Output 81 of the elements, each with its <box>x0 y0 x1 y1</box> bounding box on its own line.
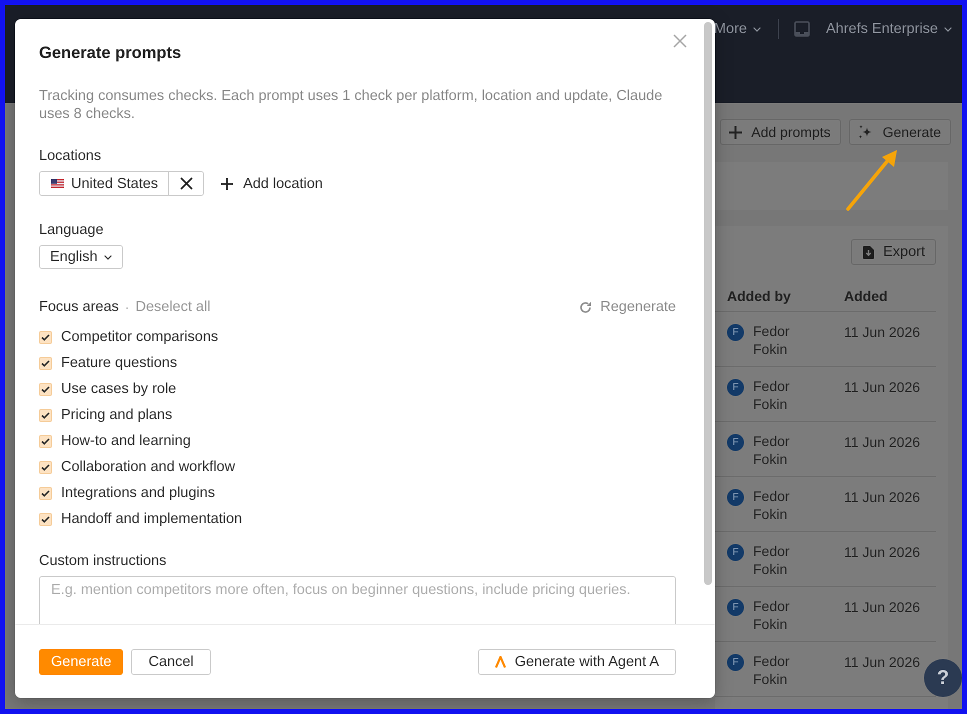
date-text: 11 Jun 2026 <box>844 598 920 616</box>
chevron-down-icon <box>944 26 952 32</box>
checkbox-label: Pricing and plans <box>61 407 172 423</box>
user-name: Fedor Fokin <box>753 487 791 523</box>
checkbox[interactable] <box>39 330 52 344</box>
column-header: Added by <box>727 288 791 304</box>
export-button[interactable]: Export <box>851 239 936 265</box>
nav-menu-button[interactable]: Ahrefs Enterprise <box>826 20 952 38</box>
close-icon <box>673 34 687 48</box>
check-icon <box>41 490 50 496</box>
download-file-icon <box>863 246 874 258</box>
checkbox[interactable] <box>39 356 52 370</box>
avatar: F <box>727 324 744 341</box>
field-label: Locations <box>39 147 102 165</box>
column-header: Added <box>844 288 888 304</box>
avatar: F <box>727 544 744 561</box>
location-name: United States <box>71 176 158 192</box>
checkbox[interactable] <box>39 486 52 500</box>
add-button[interactable]: Add prompts <box>720 119 841 145</box>
date-text: 11 Jun 2026 <box>844 488 920 506</box>
plus-icon <box>221 178 234 190</box>
language-select[interactable]: English <box>39 245 123 270</box>
scrollbar-thumb[interactable] <box>704 22 712 585</box>
flag-icon <box>51 179 64 188</box>
field-label: Focus areas <box>39 299 119 316</box>
checkbox[interactable] <box>39 382 52 396</box>
checkbox[interactable] <box>39 434 52 448</box>
custom-instructions-field[interactable]: E.g. mention competitors more often, focus on beginner questions, include pricing queries. <box>39 576 676 624</box>
checkbox[interactable] <box>39 512 52 526</box>
monitor-icon <box>794 21 810 37</box>
generate-button[interactable]: Generate <box>848 119 951 145</box>
avatar: F <box>727 654 744 671</box>
field-label: Language <box>39 221 104 239</box>
avatar: F <box>727 434 744 451</box>
avatar: F <box>727 379 744 396</box>
lambda-icon <box>494 656 506 668</box>
check-icon <box>41 360 50 366</box>
agent-generate-button[interactable]: Generate with Agent A <box>478 648 676 674</box>
check-icon <box>41 438 50 444</box>
checkbox-label: Competitor comparisons <box>61 329 218 345</box>
date-text: 11 Jun 2026 <box>844 543 920 561</box>
check-icon <box>41 386 50 392</box>
user-name: Fedor Fokin <box>753 597 791 633</box>
avatar: F <box>727 489 744 506</box>
date-text: 11 Jun 2026 <box>844 433 920 451</box>
deselect-all-link[interactable]: Deselect all <box>135 299 210 316</box>
close-icon <box>180 177 193 190</box>
dialog-description: Tracking consumes checks. Each prompt uses 1 check per platform, location and update, Claude uses 8 checks. <box>39 87 664 123</box>
regenerate-button[interactable]: Regenerate <box>579 299 676 316</box>
field-label: Custom instructions <box>39 552 166 570</box>
separator-dot: · <box>124 299 130 316</box>
dialog-title: Generate prompts <box>39 43 182 63</box>
nav-menu-button[interactable]: More <box>714 20 761 38</box>
plus-icon <box>729 126 742 138</box>
date-text: 11 Jun 2026 <box>844 653 920 671</box>
user-name: Fedor Fokin <box>753 652 791 688</box>
arrow-annotation <box>844 148 899 213</box>
refresh-icon <box>579 300 592 314</box>
checkbox-label: Feature questions <box>61 355 178 371</box>
chevron-down-icon <box>752 26 761 32</box>
add-location-button[interactable]: Add location <box>221 176 323 192</box>
cancel-button[interactable]: Cancel <box>131 648 211 674</box>
check-icon <box>41 464 50 470</box>
check-icon <box>41 334 50 340</box>
date-text: 11 Jun 2026 <box>844 378 920 396</box>
user-name: Fedor Fokin <box>753 377 791 413</box>
user-name: Fedor Fokin <box>753 322 791 358</box>
chevron-down-icon <box>104 254 112 260</box>
check-icon <box>41 516 50 522</box>
checkbox-label: Integrations and plugins <box>61 485 215 501</box>
user-name: Fedor Fokin <box>753 432 791 468</box>
checkbox-label: Handoff and implementation <box>61 511 242 527</box>
checkbox[interactable] <box>39 460 52 474</box>
checkbox-label: Collaboration and workflow <box>61 459 236 475</box>
avatar: F <box>727 599 744 616</box>
checkbox-label: Use cases by role <box>61 381 176 397</box>
user-name: Fedor Fokin <box>753 542 791 578</box>
checkbox-label: How-to and learning <box>61 433 191 449</box>
date-text: 11 Jun 2026 <box>844 323 920 341</box>
checkbox[interactable] <box>39 408 52 422</box>
check-icon <box>41 412 50 418</box>
